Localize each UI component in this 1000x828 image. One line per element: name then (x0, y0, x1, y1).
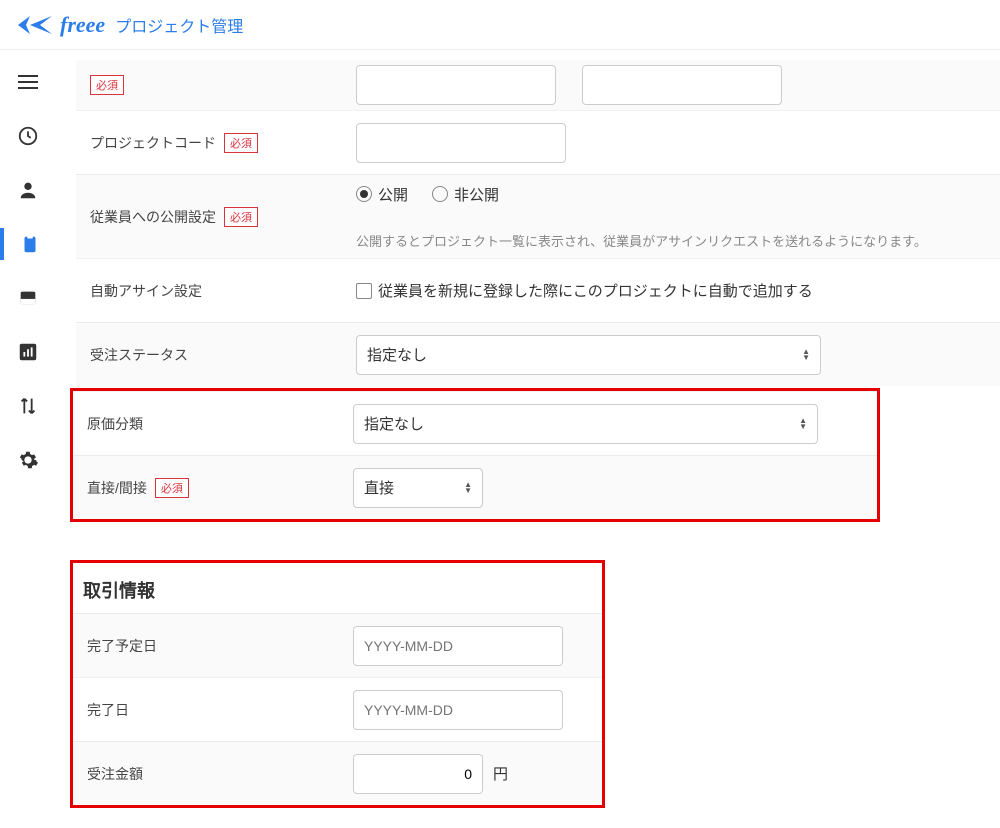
cost-category-label: 原価分類 (87, 414, 143, 434)
cost-category-select[interactable]: 指定なし ▲▼ (353, 404, 818, 444)
sidebar-item-settings[interactable] (0, 444, 56, 476)
chevron-updown-icon: ▲▼ (464, 482, 472, 494)
sidebar-item-reports[interactable] (0, 336, 56, 368)
completed-date-label: 完了日 (83, 700, 353, 720)
amount-unit: 円 (493, 763, 508, 784)
partial-input-1[interactable] (356, 65, 556, 105)
publish-help-text: 公開するとプロジェクト一覧に表示され、従業員がアサインリクエストを送れるようにな… (356, 231, 927, 250)
auto-assign-checkbox[interactable]: 従業員を新規に登録した際にこのプロジェクトに自動で追加する (356, 280, 813, 301)
clipboard-icon (19, 233, 41, 255)
highlight-transaction-section: 取引情報 完了予定日 完了日 受注金額 円 (70, 560, 605, 808)
project-code-label: プロジェクトコード (90, 133, 216, 153)
logo-group: freee プロジェクト管理 (16, 12, 243, 38)
publish-private-label: 非公開 (454, 184, 499, 205)
auto-assign-checkbox-label: 従業員を新規に登録した際にこのプロジェクトに自動で追加する (378, 280, 813, 301)
radio-icon (432, 186, 448, 202)
radio-icon (356, 186, 372, 202)
hamburger-icon (16, 75, 40, 89)
order-status-label: 受注ステータス (90, 345, 188, 365)
required-badge: 必須 (90, 75, 124, 95)
completed-date-input[interactable] (353, 690, 563, 730)
order-status-value: 指定なし (367, 344, 427, 365)
inbox-icon (17, 287, 39, 309)
required-badge: 必須 (155, 478, 189, 498)
auto-assign-label: 自動アサイン設定 (90, 281, 202, 301)
highlight-cost-section: 原価分類 指定なし ▲▼ 直接/間接 必須 直接 ▲▼ (70, 388, 880, 522)
sidebar (0, 50, 56, 828)
required-badge: 必須 (224, 207, 258, 227)
sidebar-item-transfer[interactable] (0, 390, 56, 422)
clock-icon (17, 125, 39, 147)
direct-indirect-value: 直接 (364, 477, 394, 498)
person-icon (17, 179, 39, 201)
scheduled-date-label: 完了予定日 (83, 636, 353, 656)
transfer-icon (17, 395, 39, 417)
gear-icon (17, 449, 39, 471)
scheduled-date-input[interactable] (353, 626, 563, 666)
main-content: 必須 プロジェクトコード 必須 従業員への公開設定 必須 (56, 50, 1000, 828)
app-title: プロジェクト管理 (115, 13, 243, 37)
checkbox-icon (356, 283, 372, 299)
publish-label: 従業員への公開設定 (90, 207, 216, 227)
sidebar-menu-toggle[interactable] (0, 66, 56, 98)
direct-indirect-label: 直接/間接 (87, 478, 147, 498)
publish-public-label: 公開 (378, 184, 408, 205)
sidebar-item-employees[interactable] (0, 174, 56, 206)
required-badge: 必須 (224, 133, 258, 153)
direct-indirect-select[interactable]: 直接 ▲▼ (353, 468, 483, 508)
amount-input[interactable] (353, 754, 483, 794)
partial-input-2[interactable] (582, 65, 782, 105)
app-header: freee プロジェクト管理 (0, 0, 1000, 50)
amount-label: 受注金額 (83, 764, 353, 784)
brand-text: freee (60, 12, 105, 38)
sidebar-item-projects[interactable] (0, 228, 56, 260)
chevron-updown-icon: ▲▼ (799, 418, 807, 430)
transaction-section-title: 取引情報 (73, 563, 602, 613)
chart-icon (17, 341, 39, 363)
order-status-select[interactable]: 指定なし ▲▼ (356, 335, 821, 375)
sidebar-item-time[interactable] (0, 120, 56, 152)
sidebar-item-inbox[interactable] (0, 282, 56, 314)
chevron-updown-icon: ▲▼ (802, 349, 810, 361)
cost-category-value: 指定なし (364, 413, 424, 434)
publish-public-radio[interactable]: 公開 (356, 184, 408, 205)
publish-private-radio[interactable]: 非公開 (432, 184, 499, 205)
project-code-input[interactable] (356, 123, 566, 163)
swallow-icon (16, 12, 54, 38)
